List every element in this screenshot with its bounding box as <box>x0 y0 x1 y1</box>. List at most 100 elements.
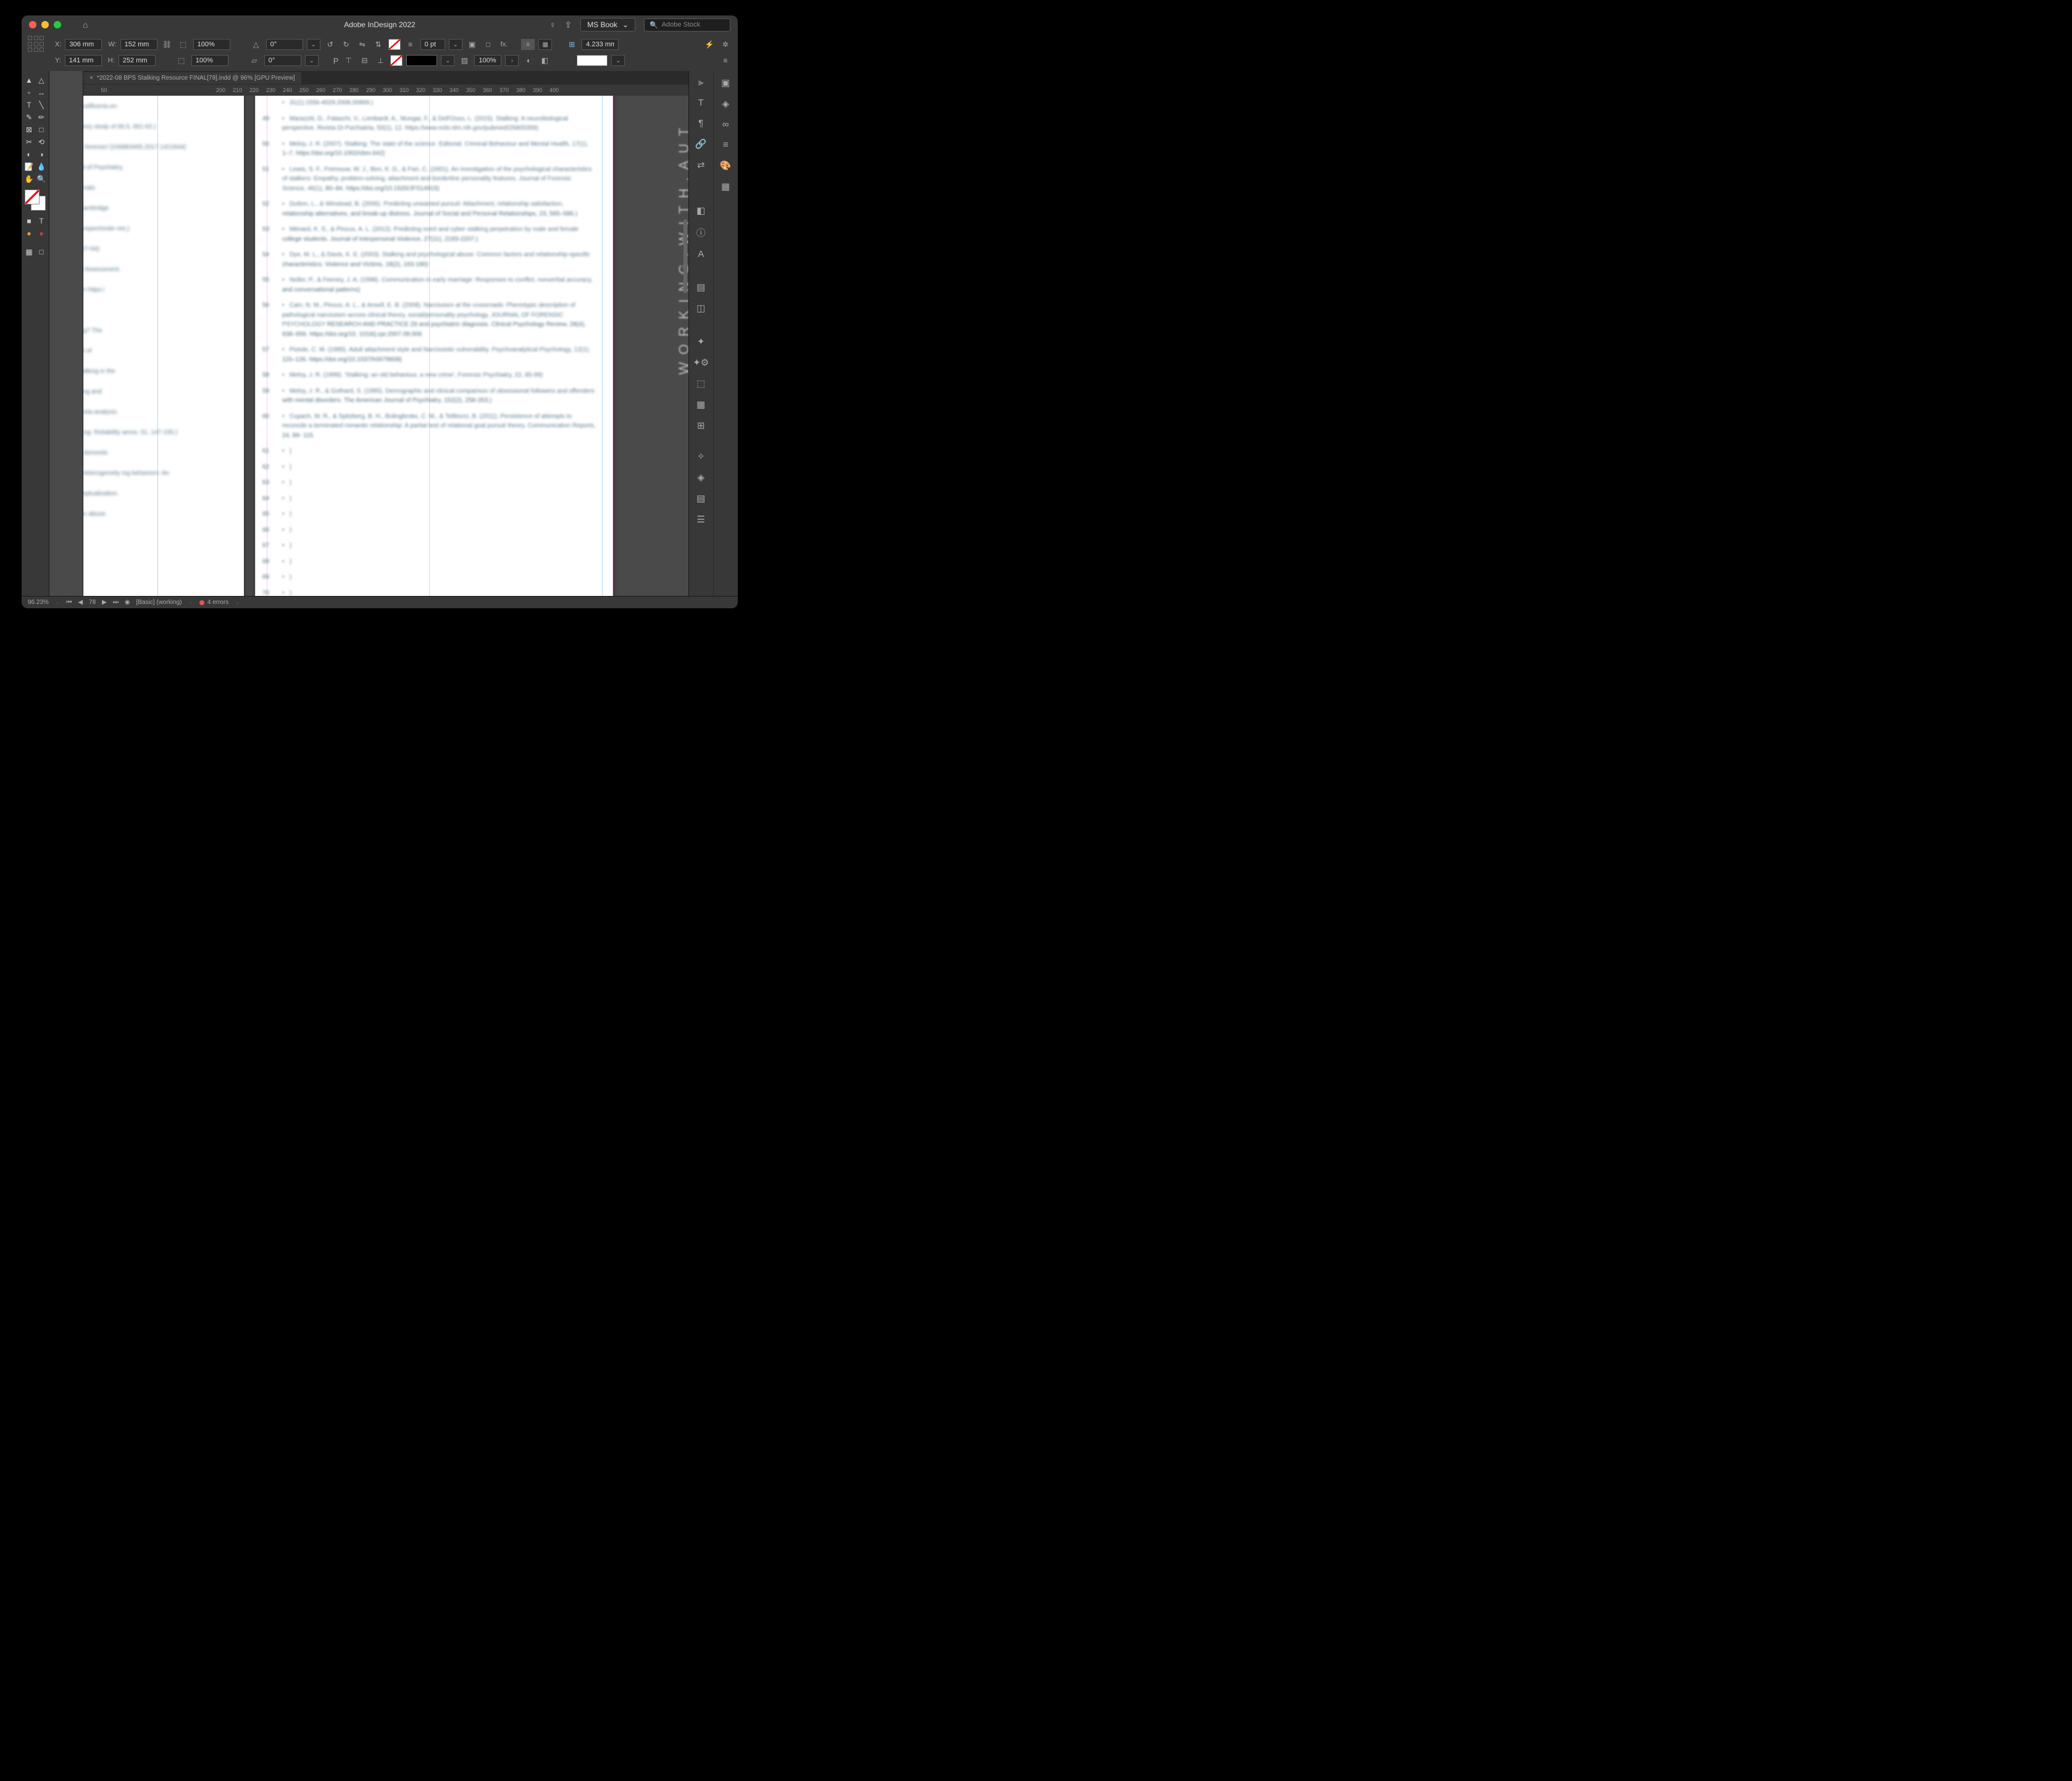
grid-icon[interactable]: ⊞ <box>697 420 705 431</box>
direct-selection-tool[interactable]: △ <box>36 75 47 86</box>
align-middle-icon[interactable]: ⊟ <box>358 55 370 66</box>
liquid-icon[interactable]: ◈ <box>697 472 704 483</box>
stroke-dropdown[interactable]: ⌄ <box>449 39 462 50</box>
left-panel-dock[interactable] <box>49 71 83 596</box>
guide[interactable] <box>612 96 613 596</box>
close-button[interactable] <box>29 21 36 28</box>
gear-icon[interactable]: ✲ <box>719 39 732 50</box>
apply-text[interactable]: T <box>36 216 47 227</box>
info-icon[interactable]: ⓘ <box>696 226 706 239</box>
master-icon[interactable]: ◉ <box>125 599 130 606</box>
swatches-icon[interactable]: ▦ <box>721 181 730 192</box>
close-tab-icon[interactable]: × <box>90 75 93 82</box>
color-panel-icon[interactable]: 🎨 <box>720 160 732 171</box>
bolt-icon[interactable]: ⚡ <box>703 39 716 50</box>
flip-h-icon[interactable]: ⇋ <box>356 39 369 50</box>
help-icon[interactable]: ♀ <box>549 20 556 30</box>
hand-tool[interactable]: ✋ <box>23 174 35 185</box>
fill-stroke-swatch[interactable] <box>25 190 46 211</box>
line-tool[interactable]: ╲ <box>36 99 47 111</box>
rotate-dropdown[interactable]: ⌄ <box>307 39 320 50</box>
h-input[interactable] <box>119 55 156 66</box>
color-dropdown[interactable]: ⌄ <box>611 55 625 66</box>
align-panel-icon[interactable]: ▤ <box>696 282 705 293</box>
view-mode-preview[interactable]: □ <box>36 246 47 258</box>
apply-fill[interactable]: ■ <box>23 216 35 227</box>
color-swatch[interactable] <box>577 55 608 66</box>
gradient-tool[interactable]: ◐ <box>23 149 35 160</box>
shear-input[interactable] <box>264 55 301 66</box>
x-input[interactable] <box>65 39 102 50</box>
paragraph-icon[interactable]: ¶ <box>698 118 703 128</box>
stroke-style-dropdown[interactable]: ⌄ <box>441 55 454 66</box>
guide[interactable] <box>602 96 603 596</box>
horizontal-ruler[interactable]: 5020021022023024025026027028029030031032… <box>83 85 688 96</box>
apply-color[interactable]: ● <box>23 228 35 239</box>
note-tool[interactable]: 📝 <box>23 161 35 172</box>
text-wrap-none[interactable]: ≡ <box>521 39 535 50</box>
layers-alt-icon[interactable]: ⬚ <box>696 378 705 389</box>
scrollbar-thumb[interactable] <box>683 219 687 293</box>
opacity-input[interactable] <box>474 55 501 66</box>
page-tool[interactable]: ▫ <box>23 87 35 98</box>
menu-icon[interactable]: ≡ <box>719 55 732 66</box>
adobe-stock-search[interactable]: 🔍 Adobe Stock <box>644 19 730 31</box>
align-bottom-icon[interactable]: ⊥ <box>374 55 386 66</box>
scissors-tool[interactable]: ✂ <box>23 136 35 148</box>
zoom-tool[interactable]: 🔍 <box>36 174 47 185</box>
link-icon[interactable]: ⛓ <box>161 39 173 50</box>
fx-label[interactable]: fx. <box>501 41 508 48</box>
w-input[interactable] <box>120 39 157 50</box>
pages-icon[interactable]: ▣ <box>721 77 730 88</box>
frame-center-icon[interactable]: □ <box>482 39 495 50</box>
link-panel-icon[interactable]: 🔗 <box>695 138 707 149</box>
transform-tool[interactable]: ⟲ <box>36 136 47 148</box>
settings-icon[interactable]: ✦⚙ <box>693 357 709 368</box>
zoom-level[interactable]: 96.23% <box>28 599 49 606</box>
scale-y-input[interactable] <box>191 55 228 66</box>
reference-point[interactable] <box>28 36 45 53</box>
pathfinder-icon[interactable]: ◫ <box>696 303 705 314</box>
rotate-input[interactable] <box>266 39 303 50</box>
stroke-style[interactable] <box>406 55 437 66</box>
pencil-tool[interactable]: ✏ <box>36 112 47 123</box>
rotate-ccw-icon[interactable]: ↺ <box>324 39 336 50</box>
layers-icon[interactable]: ◈ <box>722 98 729 109</box>
glyph-icon[interactable]: A <box>698 249 704 259</box>
apply-none[interactable]: ● <box>36 228 47 239</box>
maximize-button[interactable] <box>54 21 61 28</box>
eyedropper-tool[interactable]: 💧 <box>36 161 47 172</box>
view-mode-normal[interactable]: ▦ <box>23 246 35 258</box>
links-icon[interactable]: ∞ <box>722 119 729 130</box>
notes-icon[interactable]: ▤ <box>696 493 705 504</box>
fill-swatch[interactable] <box>388 39 401 50</box>
swatch-panel-icon[interactable]: ◧ <box>696 205 705 216</box>
rectangle-tool[interactable]: □ <box>36 124 47 135</box>
corner-icon[interactable]: ◧ <box>538 55 551 66</box>
stroke-swatch[interactable] <box>390 55 403 66</box>
gradient-feather-tool[interactable]: ◑ <box>36 149 47 160</box>
scale-x-input[interactable] <box>193 39 230 50</box>
effects-icon[interactable]: ◐ <box>522 55 535 66</box>
nav-next-icon[interactable]: ▶ <box>102 599 107 606</box>
properties-icon[interactable]: ⫸ <box>698 77 703 88</box>
document-tab[interactable]: × *2022-08 BPS Stalking Resource FINAL[7… <box>83 72 301 84</box>
type-tool[interactable]: T <box>23 99 35 111</box>
y-input[interactable] <box>65 55 102 66</box>
dimension-input[interactable] <box>582 39 619 50</box>
pen-tool[interactable]: ✎ <box>23 112 35 123</box>
frame-fit-icon[interactable]: ▣ <box>466 39 478 50</box>
opacity-dropdown[interactable]: › <box>505 55 519 66</box>
character-icon[interactable]: T <box>698 98 704 108</box>
share-icon[interactable]: ⇪ <box>565 20 572 30</box>
list-icon[interactable]: ☰ <box>697 514 705 525</box>
rotate-cw-icon[interactable]: ↻ <box>340 39 353 50</box>
preflight-errors[interactable]: 4 errors <box>199 599 228 606</box>
guide[interactable] <box>255 96 256 596</box>
nav-last-icon[interactable]: ⏭ <box>113 599 119 606</box>
rectangle-frame-tool[interactable]: ⊠ <box>23 124 35 135</box>
canvas[interactable]: tac euryglycin plustflivenis.ening's: An… <box>83 96 688 596</box>
workspace-switcher[interactable]: MS Book ⌄ <box>580 18 635 31</box>
transform-panel-icon[interactable]: ✧ <box>697 451 705 462</box>
gap-tool[interactable]: ↔ <box>36 87 47 98</box>
